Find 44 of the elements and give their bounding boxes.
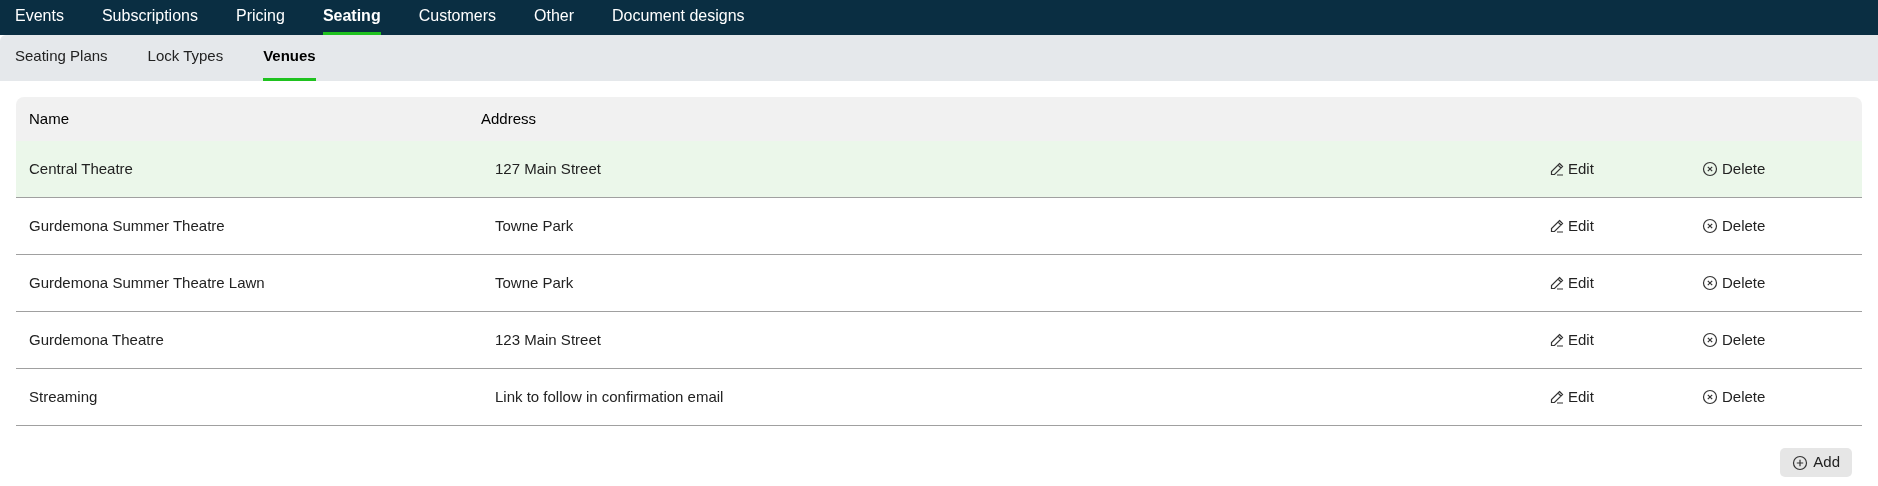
table-cell-text: Towne Park xyxy=(495,215,575,236)
column-header: Name xyxy=(29,108,70,129)
close-circle-icon xyxy=(1702,218,1718,234)
column-header: Address xyxy=(481,108,537,129)
sub-nav-tab[interactable]: Seating Plans xyxy=(15,35,108,81)
close-circle-icon xyxy=(1702,332,1718,348)
table-cell-text: Gurdemona Summer Theatre xyxy=(29,215,226,236)
table-row[interactable]: Central Theatre 127 Main Street Edit Delete xyxy=(16,141,1862,198)
nav-tab[interactable]: Document designs xyxy=(612,0,745,35)
nav-tab[interactable]: Subscriptions xyxy=(101,0,198,35)
close-circle-icon xyxy=(1702,389,1718,405)
delete-button[interactable]: Delete xyxy=(1702,214,1766,238)
table-cell-text: Streaming xyxy=(29,386,99,407)
table-cell-text: Towne Park xyxy=(495,272,575,293)
table-cell-text: Gurdemona Theatre xyxy=(29,329,165,350)
add-button[interactable]: Add xyxy=(1780,448,1852,477)
pencil-icon xyxy=(1549,218,1565,234)
plus-circle-icon xyxy=(1792,454,1809,471)
edit-button[interactable]: Edit xyxy=(1549,214,1702,238)
sub-nav-tab[interactable]: Venues xyxy=(263,35,316,81)
edit-button[interactable]: Edit xyxy=(1549,328,1702,352)
close-circle-icon xyxy=(1702,161,1718,177)
nav-tab[interactable]: Customers xyxy=(418,0,497,35)
table-cell-text: 127 Main Street xyxy=(495,158,602,179)
delete-button[interactable]: Delete xyxy=(1702,328,1766,352)
table-cell-text: Gurdemona Summer Theatre Lawn xyxy=(29,272,266,293)
delete-button[interactable]: Delete xyxy=(1702,271,1766,295)
sub-nav-tab[interactable]: Lock Types xyxy=(147,35,224,81)
pencil-icon xyxy=(1549,161,1565,177)
close-circle-icon xyxy=(1702,275,1718,291)
table-cell-text: Central Theatre xyxy=(29,158,134,179)
nav-tab[interactable]: Events xyxy=(15,0,64,35)
nav-tab[interactable]: Other xyxy=(534,0,575,35)
edit-button[interactable]: Edit xyxy=(1549,271,1702,295)
pencil-icon xyxy=(1549,275,1565,291)
edit-button[interactable]: Edit xyxy=(1549,385,1702,409)
delete-button[interactable]: Delete xyxy=(1702,157,1766,181)
pencil-icon xyxy=(1549,389,1565,405)
delete-button[interactable]: Delete xyxy=(1702,385,1766,409)
edit-button[interactable]: Edit xyxy=(1549,157,1702,181)
pencil-icon xyxy=(1549,332,1565,348)
table-cell-text: Link to follow in confirmation email xyxy=(495,386,725,407)
table-cell-text: 123 Main Street xyxy=(495,329,602,350)
nav-tab[interactable]: Pricing xyxy=(235,0,285,35)
